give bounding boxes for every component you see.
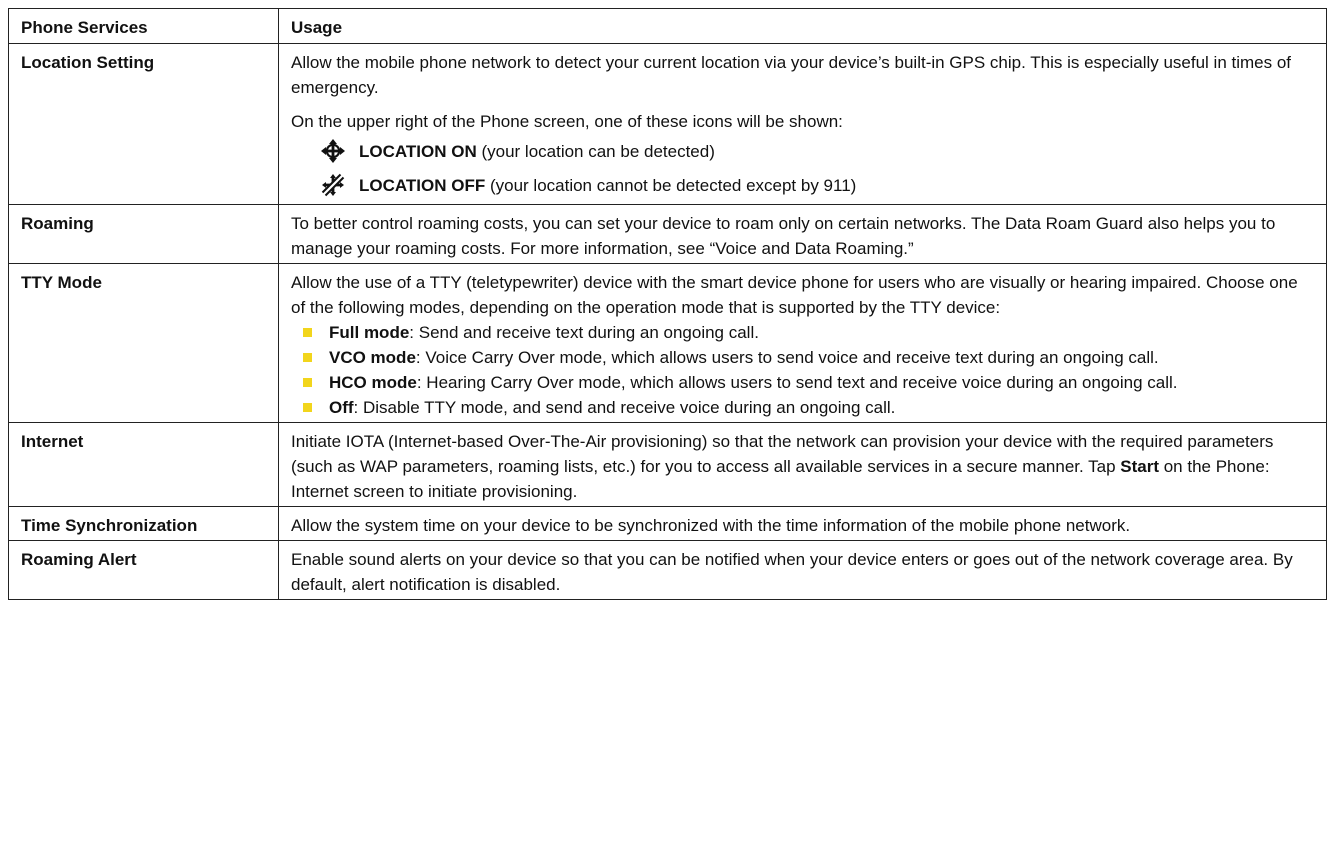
table-row-location-setting: Location Setting Allow the mobile phone … (8, 43, 1327, 205)
bullet-square-icon (303, 328, 312, 337)
usage-paragraph: To better control roaming costs, you can… (291, 214, 1276, 258)
table-header-row: Phone Services Usage (8, 8, 1327, 44)
mode-term: Off (329, 398, 354, 417)
row-usage: Enable sound alerts on your device so th… (278, 540, 1327, 600)
usage-paragraph: Allow the use of a TTY (teletypewriter) … (291, 273, 1298, 317)
list-item: Off: Disable TTY mode, and send and rece… (291, 395, 1314, 420)
mode-desc: : Send and receive text during an ongoin… (409, 323, 759, 342)
row-usage: Allow the mobile phone network to detect… (278, 43, 1327, 205)
tty-mode-list: Full mode: Send and receive text during … (291, 320, 1314, 420)
bullet-square-icon (303, 353, 312, 362)
phone-services-table: Phone Services Usage Location Setting Al… (8, 8, 1327, 600)
location-on-line: LOCATION ON (your location can be detect… (321, 134, 1314, 168)
location-on-label: LOCATION ON (359, 141, 477, 161)
row-label: Roaming (8, 204, 279, 264)
location-on-icon (321, 139, 345, 163)
usage-paragraph: Allow the system time on your device to … (291, 516, 1131, 535)
row-label: Location Setting (8, 43, 279, 205)
row-usage: Initiate IOTA (Internet-based Over-The-A… (278, 422, 1327, 507)
usage-paragraph: Initiate IOTA (Internet-based Over-The-A… (291, 429, 1314, 504)
row-usage: Allow the system time on your device to … (278, 506, 1327, 541)
row-label: Roaming Alert (8, 540, 279, 600)
table-row-tty-mode: TTY Mode Allow the use of a TTY (teletyp… (8, 263, 1327, 423)
location-on-desc: (your location can be detected) (476, 141, 715, 161)
row-usage: Allow the use of a TTY (teletypewriter) … (278, 263, 1327, 423)
table-row-roaming-alert: Roaming Alert Enable sound alerts on you… (8, 540, 1327, 600)
row-label: TTY Mode (8, 263, 279, 423)
row-usage: To better control roaming costs, you can… (278, 204, 1327, 264)
row-label: Time Synchronization (8, 506, 279, 541)
header-usage: Usage (278, 8, 1327, 44)
location-off-icon (321, 173, 345, 197)
bullet-square-icon (303, 378, 312, 387)
mode-desc: : Hearing Carry Over mode, which allows … (416, 373, 1178, 392)
usage-paragraph: Enable sound alerts on your device so th… (291, 550, 1293, 594)
list-item: VCO mode: Voice Carry Over mode, which a… (291, 345, 1314, 370)
list-item: HCO mode: Hearing Carry Over mode, which… (291, 370, 1314, 395)
start-term: Start (1120, 457, 1159, 476)
table-row-internet: Internet Initiate IOTA (Internet-based O… (8, 422, 1327, 507)
mode-desc: : Disable TTY mode, and send and receive… (353, 398, 896, 417)
location-off-label: LOCATION OFF (359, 175, 486, 195)
table-row-time-synchronization: Time Synchronization Allow the system ti… (8, 506, 1327, 541)
mode-term: HCO mode (329, 373, 417, 392)
mode-desc: : Voice Carry Over mode, which allows us… (415, 348, 1159, 367)
bullet-square-icon (303, 403, 312, 412)
mode-term: VCO mode (329, 348, 416, 367)
location-off-desc: (your location cannot be detected except… (485, 175, 857, 195)
row-label: Internet (8, 422, 279, 507)
usage-paragraph: On the upper right of the Phone screen, … (291, 112, 843, 131)
list-item: Full mode: Send and receive text during … (291, 320, 1314, 345)
location-off-line: LOCATION OFF (your location cannot be de… (321, 168, 1314, 202)
mode-term: Full mode (329, 323, 410, 342)
usage-paragraph: Allow the mobile phone network to detect… (291, 53, 1292, 97)
header-phone-services: Phone Services (8, 8, 279, 44)
table-row-roaming: Roaming To better control roaming costs,… (8, 204, 1327, 264)
